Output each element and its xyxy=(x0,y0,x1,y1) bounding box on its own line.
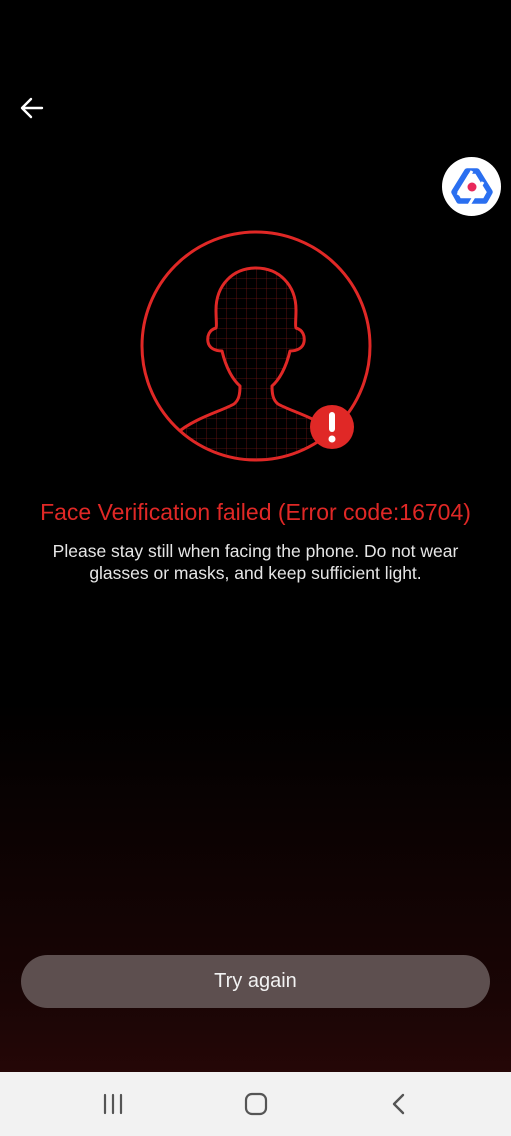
back-button[interactable] xyxy=(12,88,52,128)
home-icon xyxy=(244,1092,268,1116)
alert-badge xyxy=(310,405,354,449)
error-description: Please stay still when facing the phone.… xyxy=(52,541,459,583)
recents-icon xyxy=(103,1093,123,1115)
try-again-button[interactable]: Try again xyxy=(21,955,490,1008)
chevron-left-icon xyxy=(392,1093,405,1115)
app-logo[interactable] xyxy=(442,157,501,216)
app-logo-icon xyxy=(450,167,493,206)
home-button[interactable] xyxy=(236,1086,276,1122)
face-verification-graphic xyxy=(136,228,376,468)
recents-button[interactable] xyxy=(93,1086,133,1122)
arrow-left-icon xyxy=(20,97,44,119)
nav-back-button[interactable] xyxy=(379,1086,419,1122)
system-navigation-bar xyxy=(0,1072,511,1136)
error-title: Face Verification failed (Error code:167… xyxy=(40,499,471,525)
